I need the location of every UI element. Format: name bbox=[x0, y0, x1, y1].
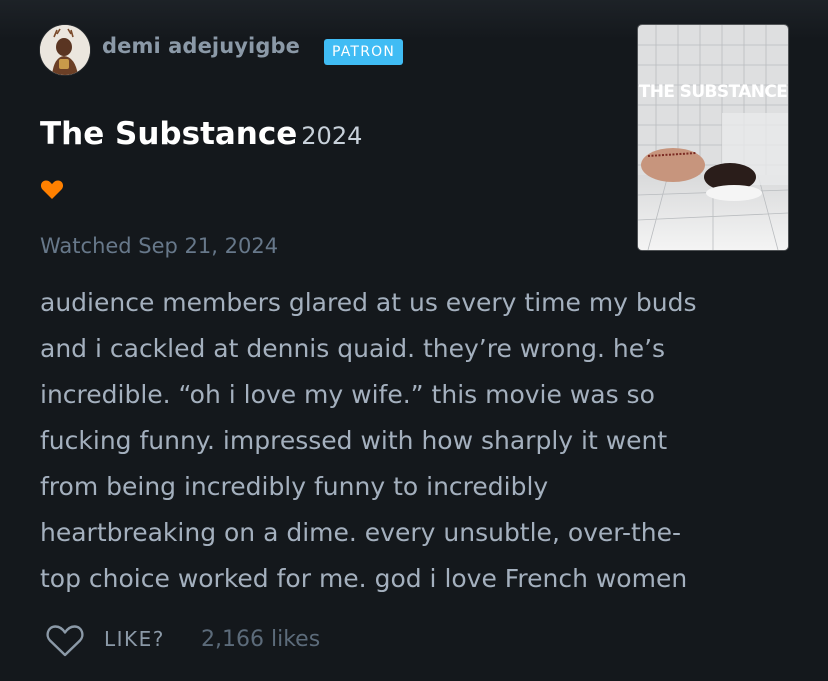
film-year[interactable]: 2024 bbox=[301, 122, 362, 150]
patron-badge: PATRON bbox=[324, 39, 404, 65]
review-line: audience members glared at us every time… bbox=[40, 288, 697, 317]
watched-date[interactable]: Watched Sep 21, 2024 bbox=[40, 234, 278, 258]
review-line: and i cackled at dennis quaid. they’re w… bbox=[40, 334, 666, 363]
film-title[interactable]: The Substance bbox=[40, 116, 297, 152]
review-line: top choice worked for me. god i love Fre… bbox=[40, 564, 688, 593]
author-name[interactable]: demi adejuyigbe bbox=[102, 34, 300, 58]
poster-title: THE SUBSTANCE bbox=[639, 82, 788, 102]
film-poster[interactable]: THE SUBSTANCE bbox=[638, 25, 788, 250]
review-line: incredible. “oh i love my wife.” this mo… bbox=[40, 380, 655, 409]
review-line: fucking funny. impressed with how sharpl… bbox=[40, 426, 668, 455]
like-heart-icon[interactable] bbox=[45, 622, 85, 658]
film-heading: The Substance 2024 bbox=[40, 116, 362, 152]
avatar[interactable] bbox=[40, 25, 90, 75]
review-text: audience members glared at us every time… bbox=[40, 280, 800, 602]
review-line: heartbreaking on a dime. every unsubtle,… bbox=[40, 518, 682, 547]
heart-icon bbox=[40, 178, 64, 200]
like-count[interactable]: 2,166 likes bbox=[201, 627, 320, 652]
review-line: from being incredibly funny to incredibl… bbox=[40, 472, 549, 501]
like-button[interactable]: LIKE? bbox=[104, 627, 165, 651]
